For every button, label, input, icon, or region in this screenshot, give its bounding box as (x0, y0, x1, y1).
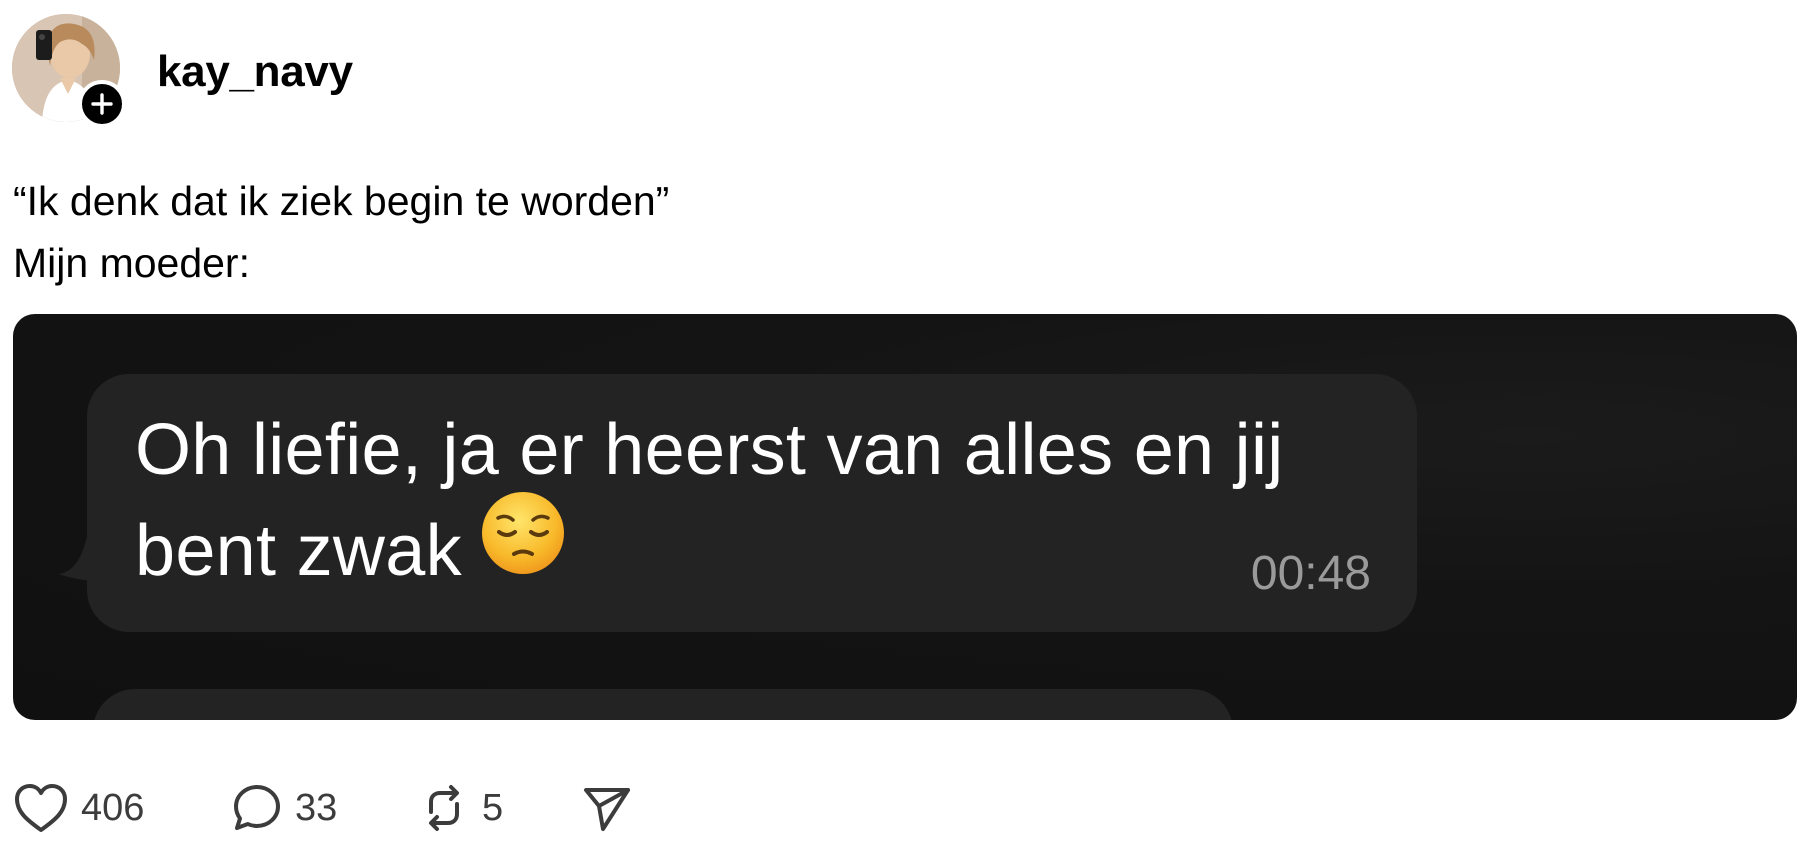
comment-button[interactable]: 33 (231, 780, 418, 836)
plus-icon (91, 93, 113, 115)
like-button[interactable]: 406 (13, 780, 231, 836)
message-timestamp: 00:48 (1250, 547, 1371, 600)
chat-message: Oh liefie, ja er heerst van alles en jij… (135, 400, 1365, 612)
follow-button[interactable] (78, 80, 126, 128)
pensive-face-icon (480, 490, 566, 602)
heart-icon (15, 784, 67, 832)
share-button[interactable] (581, 782, 633, 834)
action-bar: 406 33 5 (13, 780, 633, 836)
comment-icon (234, 785, 280, 830)
chat-bubble: Oh liefie, ja er heerst van alles en jij… (87, 374, 1417, 632)
post-image[interactable]: Oh liefie, ja er heerst van alles en jij… (13, 314, 1797, 720)
like-count: 406 (81, 787, 145, 829)
post-caption: “Ik denk dat ik ziek begin te worden” Mi… (13, 178, 670, 286)
chat-message-text: Oh liefie, ja er heerst van alles en jij… (135, 410, 1284, 592)
repost-icon (429, 785, 459, 831)
next-chat-bubble (93, 689, 1233, 720)
username[interactable]: kay_navy (157, 44, 353, 100)
post: kay_navy “Ik denk dat ik ziek begin te w… (0, 0, 1810, 848)
repost-button[interactable]: 5 (418, 780, 581, 836)
avatar-container[interactable] (12, 14, 126, 128)
comment-count: 33 (295, 787, 338, 829)
send-icon (584, 788, 630, 831)
repost-count: 5 (482, 787, 504, 829)
